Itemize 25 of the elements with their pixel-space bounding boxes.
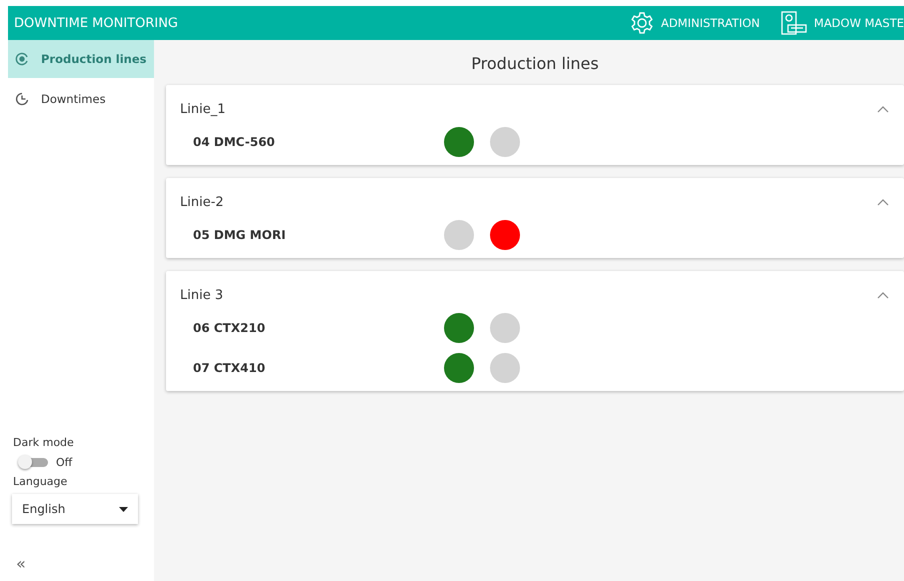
- chevron-up-icon[interactable]: [876, 290, 890, 300]
- dark-mode-label: Dark mode: [12, 436, 75, 449]
- clock-icon: [15, 92, 29, 106]
- machine-name: 07 CTX410: [193, 361, 266, 375]
- caret-icon: [119, 506, 128, 512]
- machine-name: 06 CTX210: [193, 321, 266, 335]
- language-dropdown[interactable]: English: [12, 494, 138, 524]
- collapse-button[interactable]: «: [8, 524, 26, 581]
- machine-name: 05 DMG MORI: [193, 228, 287, 242]
- gear-icon: [628, 11, 655, 35]
- target-icon: [15, 52, 29, 66]
- toggle-switch[interactable]: [18, 455, 50, 469]
- toggle-state: Off: [56, 456, 72, 468]
- chevron-up-icon[interactable]: [876, 197, 890, 207]
- page-title: Production lines: [470, 54, 600, 73]
- language-label: Language: [12, 475, 68, 488]
- nav-item[interactable]: Production lines: [8, 40, 154, 78]
- chevron-up-icon[interactable]: [876, 104, 890, 114]
- line-title: Linie_1: [180, 102, 226, 116]
- line-title: Linie-2: [180, 194, 224, 210]
- machine-name: 04 DMC-560: [193, 135, 276, 149]
- line-title: Linie 3: [180, 288, 224, 302]
- machine-icon: [780, 10, 808, 36]
- app-title: DOWNTIME MONITORING: [13, 16, 180, 30]
- nav-item[interactable]: Downtimes: [8, 80, 154, 118]
